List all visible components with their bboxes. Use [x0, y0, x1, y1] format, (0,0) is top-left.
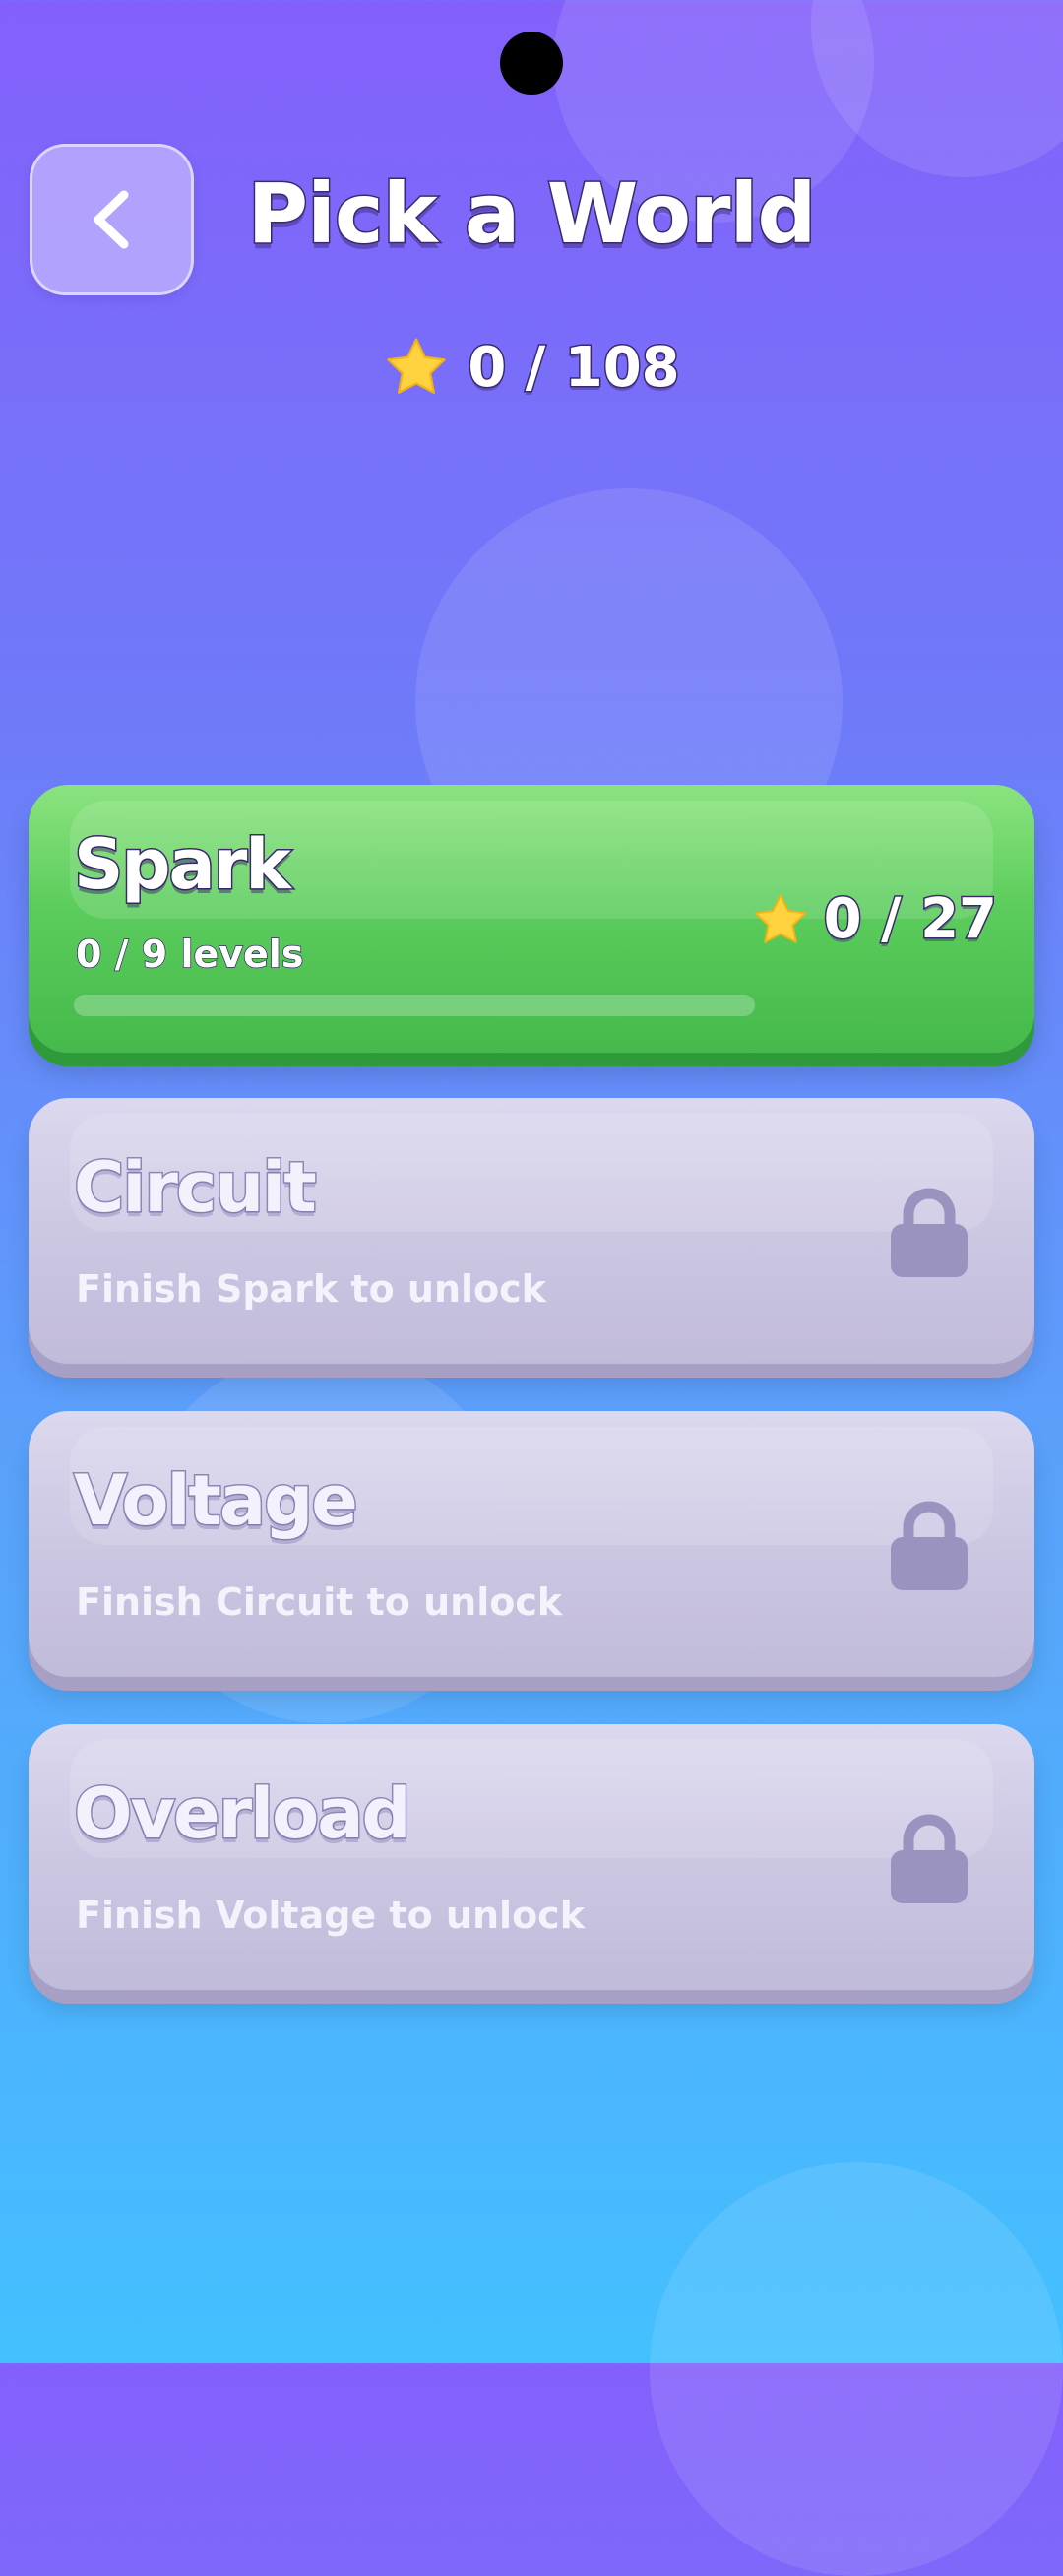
world-unlock-hint: Finish Voltage to unlock: [76, 1894, 585, 1937]
world-levels-progress: 0 / 9 levels: [75, 932, 304, 977]
world-card-overload[interactable]: Overload Finish Voltage to unlock: [29, 1724, 1034, 1990]
total-stars-counter: 0 / 108: [0, 334, 1063, 401]
camera-cutout: [500, 32, 563, 95]
page-title: Pick a World: [246, 164, 818, 264]
total-stars-text: 0 / 108: [467, 334, 681, 401]
world-card-spark[interactable]: Spark 0 / 9 levels 0 / 27: [29, 785, 1034, 1053]
world-progress-bar: [74, 995, 755, 1016]
star-icon: [387, 338, 447, 394]
background-bubble: [811, 0, 1063, 177]
world-card-circuit[interactable]: Circuit Finish Spark to unlock: [29, 1098, 1034, 1364]
world-name: Circuit: [73, 1146, 319, 1230]
world-name: Overload: [73, 1772, 413, 1856]
background-bubble: [650, 2162, 1063, 2576]
world-stars-text: 0 / 27: [822, 886, 998, 953]
world-unlock-hint: Finish Circuit to unlock: [76, 1580, 563, 1624]
world-stars-counter: 0 / 27: [751, 886, 999, 953]
star-icon: [754, 893, 806, 943]
world-name: Spark: [73, 823, 293, 907]
lock-icon: [891, 1188, 968, 1277]
world-name: Voltage: [73, 1459, 360, 1543]
lock-icon: [891, 1501, 968, 1590]
world-card-voltage[interactable]: Voltage Finish Circuit to unlock: [29, 1411, 1034, 1677]
world-unlock-hint: Finish Spark to unlock: [76, 1267, 546, 1311]
lock-icon: [891, 1814, 968, 1903]
